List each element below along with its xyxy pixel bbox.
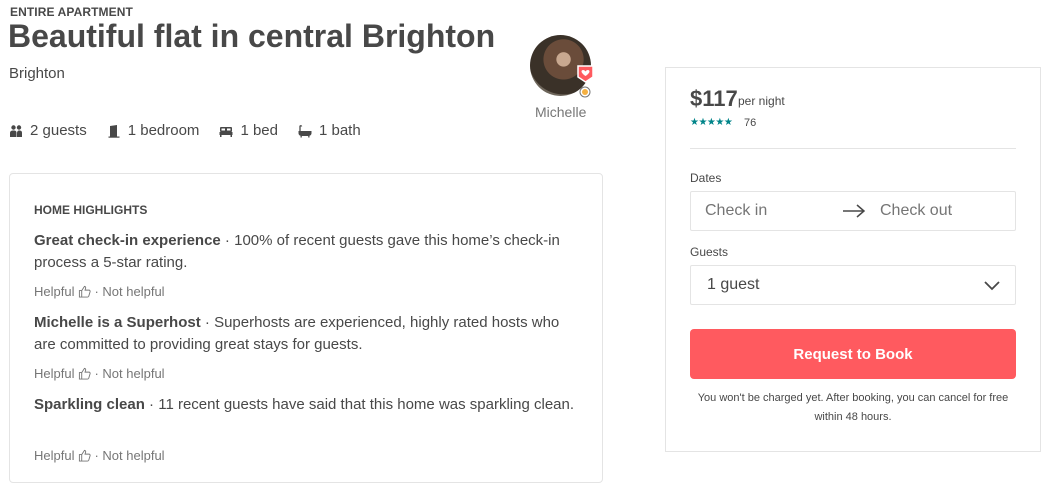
not-helpful-link[interactable]: · Not helpful xyxy=(94,448,164,463)
chevron-down-icon xyxy=(984,281,1000,291)
fact-guests: 2 guests xyxy=(9,122,87,139)
fact-baths: 1 bath xyxy=(298,122,361,139)
fact-label: 1 bed xyxy=(240,122,278,139)
highlight-feedback: Helpful · Not helpful xyxy=(34,366,165,381)
page-title: Beautiful flat in central Brighton xyxy=(8,18,496,54)
home-highlights-card: HOME HIGHLIGHTS Great check-in experienc… xyxy=(9,173,603,483)
highlight-title: Sparkling clean xyxy=(34,396,145,413)
fact-beds: 1 bed xyxy=(219,122,278,139)
host-name[interactable]: Michelle xyxy=(535,104,586,120)
highlight-feedback: Helpful · Not helpful xyxy=(34,448,165,463)
highlight-separator: · xyxy=(220,232,235,249)
helpful-link[interactable]: Helpful xyxy=(34,366,74,381)
dates-label: Dates xyxy=(690,171,722,185)
guests-select[interactable]: 1 guest xyxy=(690,265,1016,305)
superhost-badge-icon xyxy=(577,65,594,83)
rating-stars-icon[interactable]: ★★★★★ xyxy=(690,117,733,128)
bath-icon xyxy=(298,124,312,137)
nightly-price: $117 xyxy=(690,86,738,111)
booking-notice: You won't be charged yet. After booking,… xyxy=(697,392,1009,423)
check-in-input[interactable]: Check in xyxy=(705,202,767,220)
fact-label: 1 bedroom xyxy=(127,122,200,139)
bed-icon xyxy=(219,126,233,137)
check-out-input[interactable]: Check out xyxy=(880,202,952,220)
guests-icon xyxy=(10,124,22,137)
highlight-title: Great check-in experience xyxy=(34,232,221,249)
request-to-book-button[interactable]: Request to Book xyxy=(690,329,1016,379)
date-range-field: Check in Check out xyxy=(690,191,1016,231)
highlight-title: Michelle is a Superhost xyxy=(34,314,201,331)
review-count[interactable]: 76 xyxy=(744,117,756,129)
highlight-item: Michelle is a Superhost · Superhosts are… xyxy=(34,312,574,356)
helpful-link[interactable]: Helpful xyxy=(34,448,74,463)
highlight-separator: · xyxy=(200,314,215,331)
guests-value: 1 guest xyxy=(707,276,760,293)
highlight-item: Great check-in experience · 100% of rece… xyxy=(34,230,574,274)
fact-label: 2 guests xyxy=(30,122,87,139)
not-helpful-link[interactable]: · Not helpful xyxy=(94,366,164,381)
booking-panel: $117 per night ★★★★★ 76 Dates Check in C… xyxy=(665,67,1041,452)
highlights-heading: HOME HIGHLIGHTS xyxy=(34,203,148,217)
thumbs-up-icon[interactable] xyxy=(78,449,92,462)
fact-bedrooms: 1 bedroom xyxy=(107,122,200,139)
arrow-right-icon xyxy=(843,204,866,218)
thumbs-up-icon[interactable] xyxy=(78,367,92,380)
listing-city[interactable]: Brighton xyxy=(9,65,65,82)
superhost-medal-icon xyxy=(579,86,591,98)
helpful-link[interactable]: Helpful xyxy=(34,284,74,299)
fact-label: 1 bath xyxy=(318,122,361,139)
highlight-feedback: Helpful · Not helpful xyxy=(34,284,165,299)
listing-kind: ENTIRE APARTMENT xyxy=(10,5,133,19)
divider xyxy=(690,148,1016,149)
thumbs-up-icon[interactable] xyxy=(78,285,92,298)
door-icon xyxy=(108,124,120,138)
price-unit: per night xyxy=(738,94,785,108)
guests-label: Guests xyxy=(690,245,729,259)
highlight-item: Sparkling clean · 11 recent guests have … xyxy=(34,394,574,416)
highlight-separator: · xyxy=(144,396,159,413)
highlight-text: 11 recent guests have said that this hom… xyxy=(158,396,575,413)
listing-facts: 2 guests 1 bedroom 1 bed 1 bath xyxy=(9,122,381,139)
not-helpful-link[interactable]: · Not helpful xyxy=(94,284,164,299)
